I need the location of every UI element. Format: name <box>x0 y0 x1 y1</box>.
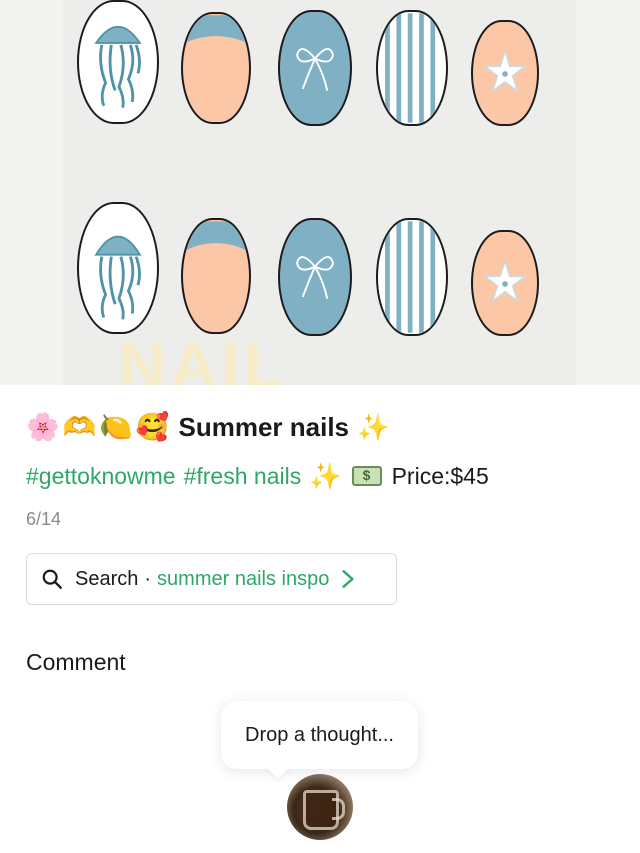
price-text: Price:$45 <box>391 462 489 489</box>
title-emoji: 🫶 <box>62 411 97 443</box>
nail-bow <box>278 10 352 126</box>
title-emoji: 🍋 <box>99 411 133 443</box>
sparkle-icon: ✨ <box>309 461 342 491</box>
chevron-right-icon <box>342 570 354 588</box>
search-icon <box>42 569 62 589</box>
post-body: 🌸 🫶 🍋 🥰 Summer nails ✨ #gettoknowme #fre… <box>0 385 640 853</box>
comment-prompt-bubble[interactable]: Drop a thought... <box>221 701 418 769</box>
related-search-button[interactable]: Search · summer nails inspo <box>26 553 397 605</box>
bubble-tail <box>266 767 290 779</box>
nail-stripes <box>376 10 448 126</box>
title-emoji: 🌸 <box>26 411 60 443</box>
post-image[interactable]: NAIL INSPO <box>0 0 640 385</box>
search-query: summer nails inspo <box>157 567 330 590</box>
nail-french-tip <box>181 218 251 334</box>
hashtag-link[interactable]: #gettoknowme <box>26 463 176 490</box>
watermark-text: NAIL INSPO <box>118 332 287 385</box>
search-label: Search <box>75 567 139 590</box>
comment-section-title: Comment <box>26 649 126 675</box>
title-emoji: 🥰 <box>135 411 170 443</box>
post-description: #gettoknowme #fresh nails ✨ Price:$45 <box>26 459 489 493</box>
nail-french-tip <box>181 12 251 124</box>
user-avatar[interactable] <box>287 774 353 840</box>
comment-prompt-text: Drop a thought... <box>245 723 394 746</box>
post-date: 6/14 <box>26 509 62 529</box>
title-text: Summer nails <box>178 411 350 442</box>
nail-starfish <box>471 20 539 126</box>
nail-bow <box>278 218 352 336</box>
image-watermark: NAIL INSPO <box>118 332 458 385</box>
post-title: 🌸 🫶 🍋 🥰 Summer nails ✨ <box>26 407 389 447</box>
nail-jellyfish <box>77 202 159 334</box>
nail-stripes <box>376 218 448 336</box>
sparkle-icon: ✨ <box>357 412 390 442</box>
nail-jellyfish <box>77 0 159 124</box>
nail-starfish <box>471 230 539 336</box>
money-icon <box>351 466 382 486</box>
hashtag-link[interactable]: #fresh nails <box>184 463 302 490</box>
search-separator: · <box>144 567 152 590</box>
